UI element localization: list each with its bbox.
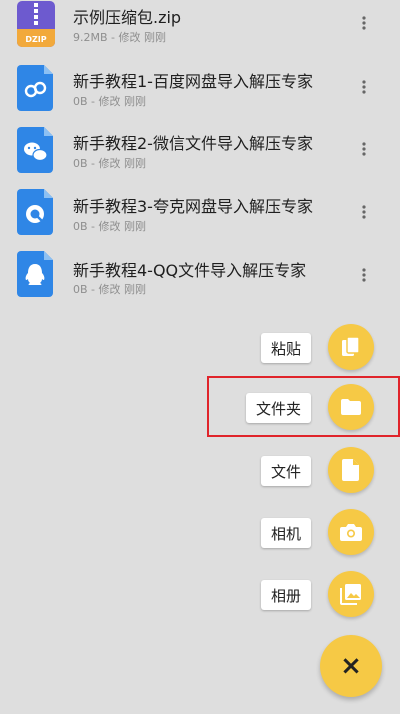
file-row-zip[interactable]: DZIP 示例压缩包.zip 9.2MB - 修改 刚刚 <box>0 0 400 62</box>
fab-item-paste[interactable]: 粘贴 <box>0 324 400 370</box>
file-name: 新手教程1-百度网盘导入解压专家 <box>73 72 313 91</box>
gallery-icon[interactable] <box>328 571 374 617</box>
file-row-tutorial-4[interactable]: 新手教程4-QQ文件导入解压专家 0B - 修改 刚刚 <box>0 246 400 308</box>
fab-item-camera[interactable]: 相机 <box>0 509 400 555</box>
more-options-icon[interactable] <box>352 198 376 226</box>
file-row-tutorial-2[interactable]: 新手教程2-微信文件导入解压专家 0B - 修改 刚刚 <box>0 120 400 182</box>
quark-doc-icon <box>17 189 55 235</box>
paste-icon[interactable] <box>328 324 374 370</box>
zip-archive-icon: DZIP <box>17 1 55 47</box>
file-name: 新手教程3-夸克网盘导入解压专家 <box>73 197 313 216</box>
file-meta: 0B - 修改 刚刚 <box>73 283 147 296</box>
fab-label-file[interactable]: 文件 <box>260 456 311 486</box>
file-meta: 9.2MB - 修改 刚刚 <box>73 31 166 44</box>
more-options-icon[interactable] <box>352 261 376 289</box>
fab-label-paste[interactable]: 粘贴 <box>260 333 311 363</box>
file-name: 新手教程2-微信文件导入解压专家 <box>73 134 313 153</box>
zip-badge-text: DZIP <box>25 35 46 44</box>
file-name: 新手教程4-QQ文件导入解压专家 <box>73 261 307 280</box>
fab-label-camera[interactable]: 相机 <box>260 518 311 548</box>
file-meta: 0B - 修改 刚刚 <box>73 95 147 108</box>
highlight-box <box>207 376 400 437</box>
file-name: 示例压缩包.zip <box>73 8 182 27</box>
file-row-tutorial-1[interactable]: 新手教程1-百度网盘导入解压专家 0B - 修改 刚刚 <box>0 57 400 119</box>
file-meta: 0B - 修改 刚刚 <box>73 220 147 233</box>
more-options-icon[interactable] <box>352 135 376 163</box>
file-icon[interactable] <box>328 447 374 493</box>
close-fab-button[interactable]: × <box>320 635 382 697</box>
baidu-doc-icon <box>17 65 55 111</box>
fab-item-file[interactable]: 文件 <box>0 447 400 493</box>
fab-label-gallery[interactable]: 相册 <box>260 580 311 610</box>
close-icon: × <box>340 651 362 681</box>
file-row-tutorial-3[interactable]: 新手教程3-夸克网盘导入解压专家 0B - 修改 刚刚 <box>0 183 400 245</box>
wechat-doc-icon <box>17 127 55 173</box>
more-options-icon[interactable] <box>352 9 376 37</box>
qq-doc-icon <box>17 251 55 297</box>
fab-item-gallery[interactable]: 相册 <box>0 571 400 617</box>
camera-icon[interactable] <box>328 509 374 555</box>
more-options-icon[interactable] <box>352 73 376 101</box>
file-meta: 0B - 修改 刚刚 <box>73 157 147 170</box>
